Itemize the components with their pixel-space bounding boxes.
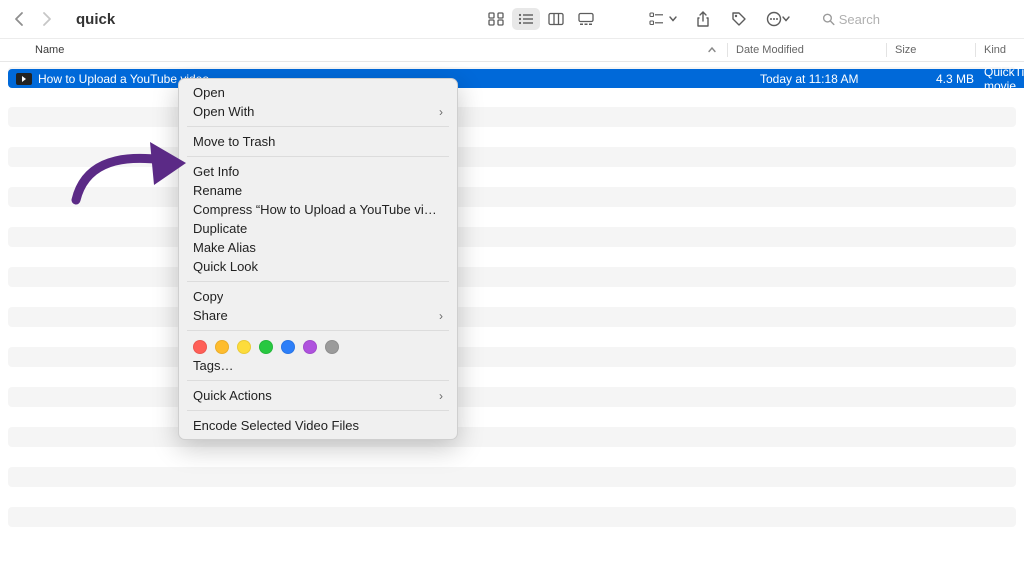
column-kind-label: Kind: [984, 44, 1006, 56]
menu-make-alias[interactable]: Make Alias: [179, 238, 457, 257]
share-icon: [696, 11, 710, 27]
toolbar: quick: [0, 0, 1024, 38]
group-icon: [649, 12, 669, 26]
menu-quick-look[interactable]: Quick Look: [179, 257, 457, 276]
forward-button[interactable]: [36, 7, 58, 31]
column-date[interactable]: Date Modified: [736, 44, 886, 56]
menu-get-info-label: Get Info: [193, 164, 239, 179]
window-title: quick: [76, 11, 115, 28]
context-menu: Open Open With › Move to Trash Get Info R…: [178, 78, 458, 440]
file-size: 4.3 MB: [910, 72, 984, 86]
menu-duplicate-label: Duplicate: [193, 221, 247, 236]
column-name[interactable]: Name: [35, 44, 703, 56]
column-kind[interactable]: Kind: [984, 44, 1024, 56]
file-list: How to Upload a YouTube video Today at 1…: [0, 62, 1024, 547]
ellipsis-circle-icon: [766, 11, 782, 27]
menu-get-info[interactable]: Get Info: [179, 162, 457, 181]
column-date-label: Date Modified: [736, 44, 804, 56]
menu-rename-label: Rename: [193, 183, 242, 198]
menu-encode-label: Encode Selected Video Files: [193, 418, 359, 433]
chevron-right-icon: ›: [439, 389, 443, 403]
chevron-left-icon: [14, 11, 24, 27]
column-size-label: Size: [895, 44, 916, 56]
list-icon: [518, 12, 534, 26]
view-icons-button[interactable]: [482, 8, 510, 30]
menu-make-alias-label: Make Alias: [193, 240, 256, 255]
menu-compress[interactable]: Compress “How to Upload a YouTube video”: [179, 200, 457, 219]
tag-gray[interactable]: [325, 340, 339, 354]
file-date: Today at 11:18 AM: [760, 72, 910, 86]
menu-quick-actions[interactable]: Quick Actions ›: [179, 386, 457, 405]
tag-green[interactable]: [259, 340, 273, 354]
view-gallery-button[interactable]: [572, 8, 600, 30]
chevron-right-icon: ›: [439, 105, 443, 119]
menu-open[interactable]: Open: [179, 83, 457, 102]
grid-icon: [488, 12, 504, 26]
menu-duplicate[interactable]: Duplicate: [179, 219, 457, 238]
tag-orange[interactable]: [215, 340, 229, 354]
menu-quick-actions-label: Quick Actions: [193, 388, 272, 403]
tag-blue[interactable]: [281, 340, 295, 354]
view-switcher: [482, 8, 600, 30]
file-kind: QuickTime movie: [984, 65, 1024, 93]
file-row-selected[interactable]: How to Upload a YouTube video Today at 1…: [8, 69, 1024, 88]
share-button[interactable]: [690, 8, 716, 30]
nav-group: [8, 7, 58, 31]
menu-share-label: Share: [193, 308, 228, 323]
movie-file-icon: [16, 73, 32, 85]
menu-open-with-label: Open With: [193, 104, 254, 119]
menu-trash[interactable]: Move to Trash: [179, 132, 457, 151]
chevron-right-icon: [42, 11, 52, 27]
search-input[interactable]: [839, 12, 1010, 27]
search-icon: [822, 12, 835, 26]
tag-red[interactable]: [193, 340, 207, 354]
tag-icon: [731, 11, 747, 27]
action-button[interactable]: [762, 8, 794, 30]
tag-purple[interactable]: [303, 340, 317, 354]
column-size[interactable]: Size: [895, 44, 975, 56]
menu-share[interactable]: Share ›: [179, 306, 457, 325]
menu-open-label: Open: [193, 85, 225, 100]
menu-rename[interactable]: Rename: [179, 181, 457, 200]
chevron-up-icon: [708, 46, 716, 54]
view-columns-button[interactable]: [542, 8, 570, 30]
tags-button[interactable]: [726, 8, 752, 30]
tag-yellow[interactable]: [237, 340, 251, 354]
back-button[interactable]: [8, 7, 30, 31]
view-list-button[interactable]: [512, 8, 540, 30]
gallery-icon: [578, 12, 594, 26]
menu-tags-label: Tags…: [193, 358, 233, 373]
menu-quick-look-label: Quick Look: [193, 259, 258, 274]
menu-copy-label: Copy: [193, 289, 223, 304]
sort-indicator[interactable]: [703, 46, 721, 54]
group-button[interactable]: [646, 8, 680, 30]
menu-compress-label: Compress “How to Upload a YouTube video”: [193, 202, 443, 217]
menu-open-with[interactable]: Open With ›: [179, 102, 457, 121]
chevron-down-icon: [669, 16, 677, 22]
menu-copy[interactable]: Copy: [179, 287, 457, 306]
column-name-label: Name: [35, 44, 64, 56]
columns-icon: [548, 12, 564, 26]
menu-encode[interactable]: Encode Selected Video Files: [179, 416, 457, 435]
menu-tags[interactable]: Tags…: [179, 356, 457, 375]
menu-tag-colors: [179, 336, 457, 356]
chevron-down-icon: [782, 16, 790, 22]
column-header-row: Name Date Modified Size Kind: [0, 38, 1024, 62]
search-field[interactable]: [816, 6, 1016, 32]
menu-trash-label: Move to Trash: [193, 134, 275, 149]
chevron-right-icon: ›: [439, 309, 443, 323]
